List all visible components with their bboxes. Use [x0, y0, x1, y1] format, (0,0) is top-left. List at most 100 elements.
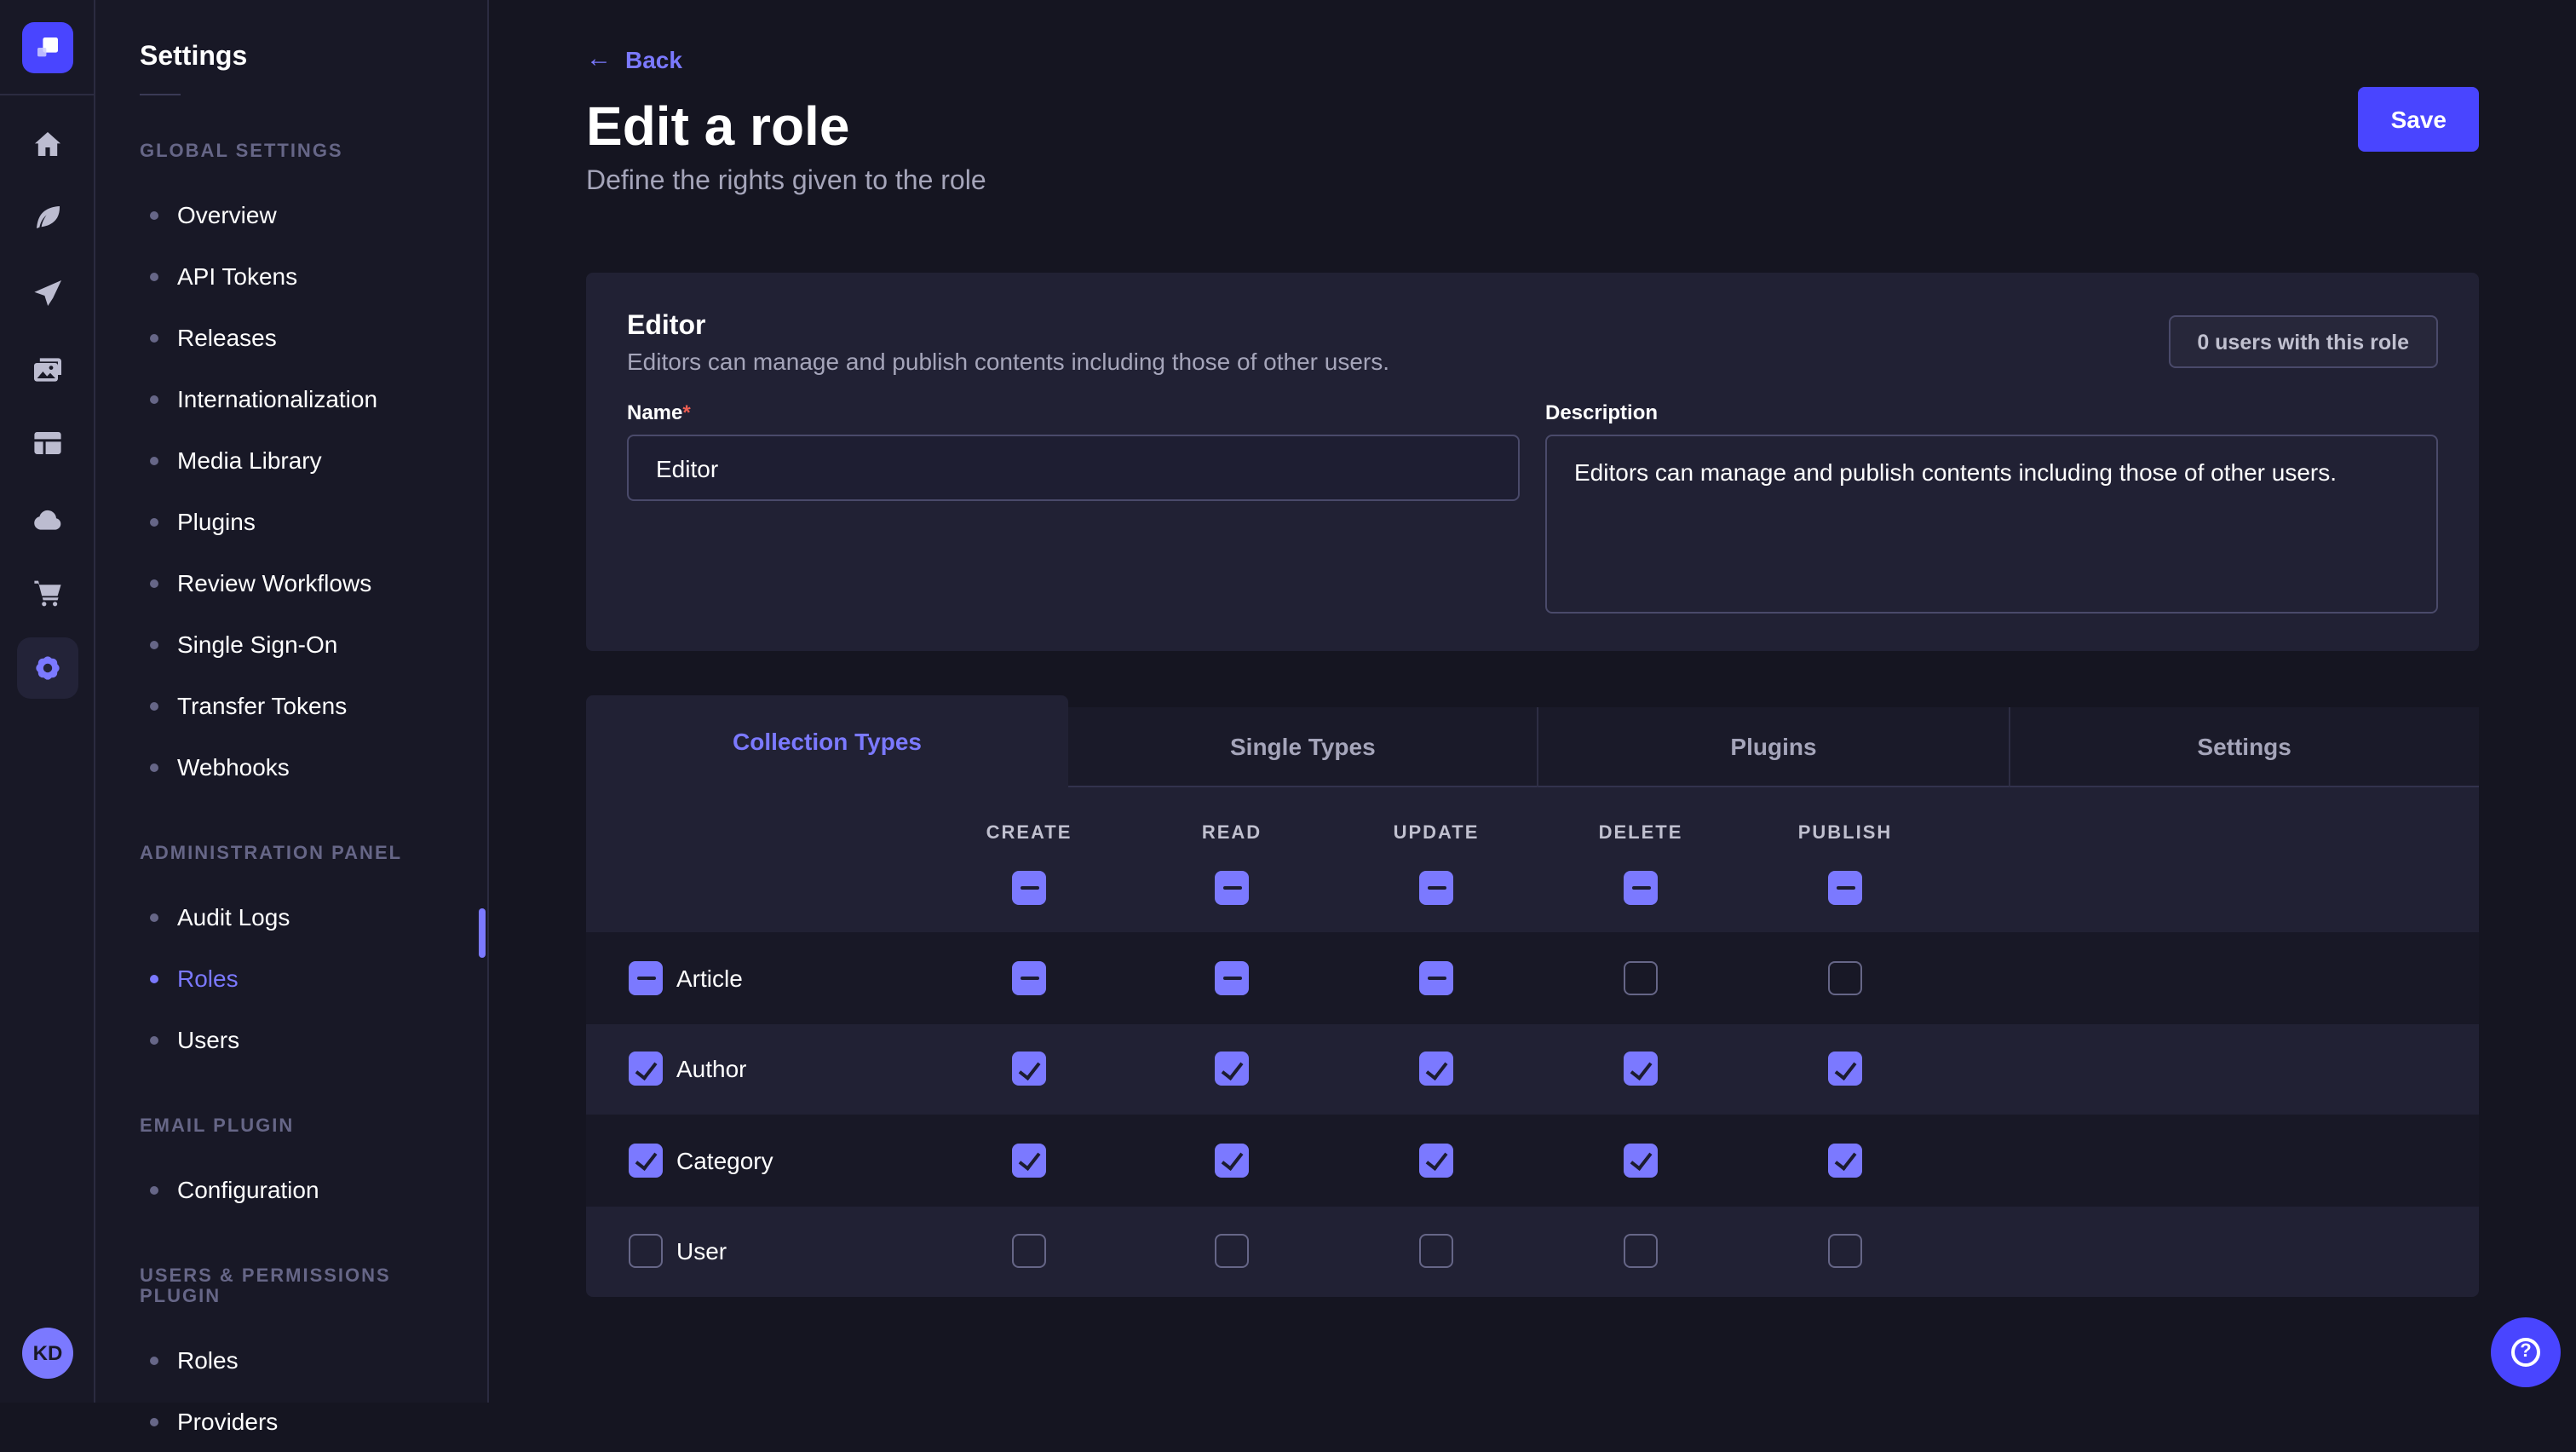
tab-single-types[interactable]: Single Types	[1068, 707, 1538, 787]
sidebar-item-releases[interactable]: Releases	[95, 307, 487, 368]
table-row-author: Author	[586, 1023, 2479, 1115]
delete-checkbox[interactable]	[1624, 1143, 1658, 1177]
column-header-publish: PUBLISH	[1760, 823, 1930, 844]
settings-nav-active[interactable]	[17, 637, 78, 699]
sidebar-item-webhooks[interactable]: Webhooks	[95, 736, 487, 798]
content-type-label: Article	[676, 932, 743, 1023]
select-all-update-checkbox[interactable]	[1419, 871, 1453, 905]
bullet-icon	[150, 763, 158, 771]
users-permissions-items: Roles Providers	[95, 1329, 487, 1452]
update-checkbox[interactable]	[1419, 1052, 1453, 1086]
main-content: ← Back Edit a role Save Define the right…	[489, 0, 2576, 1403]
select-all-publish-checkbox[interactable]	[1828, 871, 1862, 905]
sidebar-item-transfer-tokens[interactable]: Transfer Tokens	[95, 675, 487, 736]
feather-icon[interactable]	[31, 201, 65, 235]
permissions-table: CREATE READ UPDATE DELETE PUBLISH Articl…	[586, 787, 2479, 1297]
arrow-left-icon: ←	[586, 46, 612, 73]
nav-rail: KD	[0, 0, 95, 1403]
question-mark-icon: ?	[2511, 1338, 2540, 1367]
select-all-create-checkbox[interactable]	[1012, 871, 1046, 905]
column-header-read: READ	[1147, 823, 1317, 844]
sidebar-title-divider	[140, 94, 181, 95]
save-button[interactable]: Save	[2359, 87, 2479, 152]
publish-checkbox[interactable]	[1828, 1052, 1862, 1086]
content-type-label: Category	[676, 1115, 773, 1206]
back-link[interactable]: ← Back	[586, 0, 682, 73]
sidebar-item-single-sign-on[interactable]: Single Sign-On	[95, 614, 487, 675]
sidebar-item-api-tokens[interactable]: API Tokens	[95, 245, 487, 307]
row-select-checkbox[interactable]	[629, 1143, 663, 1177]
layout-icon[interactable]	[31, 426, 65, 460]
sidebar-title: Settings	[95, 0, 487, 73]
read-checkbox[interactable]	[1215, 1143, 1249, 1177]
read-checkbox[interactable]	[1215, 1052, 1249, 1086]
create-checkbox[interactable]	[1012, 960, 1046, 994]
row-select-checkbox[interactable]	[629, 960, 663, 994]
sidebar-item-configuration[interactable]: Configuration	[95, 1159, 487, 1220]
home-icon[interactable]	[31, 128, 65, 162]
read-checkbox[interactable]	[1215, 960, 1249, 994]
update-checkbox[interactable]	[1419, 1234, 1453, 1268]
table-row-article: Article	[586, 932, 2479, 1023]
publish-checkbox[interactable]	[1828, 960, 1862, 994]
sidebar-item-plugins[interactable]: Plugins	[95, 491, 487, 552]
create-checkbox[interactable]	[1012, 1052, 1046, 1086]
paper-plane-icon[interactable]	[31, 276, 65, 310]
tab-settings[interactable]: Settings	[2008, 707, 2479, 787]
bullet-icon	[150, 395, 158, 403]
update-checkbox[interactable]	[1419, 960, 1453, 994]
read-checkbox[interactable]	[1215, 1234, 1249, 1268]
sidebar-item-roles[interactable]: Roles	[95, 948, 487, 1009]
delete-checkbox[interactable]	[1624, 960, 1658, 994]
delete-checkbox[interactable]	[1624, 1234, 1658, 1268]
description-field-group: Description Editors can manage and publi…	[1545, 400, 2438, 622]
sidebar-item-up-roles[interactable]: Roles	[95, 1329, 487, 1391]
sidebar-item-overview[interactable]: Overview	[95, 184, 487, 245]
update-checkbox[interactable]	[1419, 1143, 1453, 1177]
tab-plugins[interactable]: Plugins	[1538, 707, 2009, 787]
description-textarea[interactable]: Editors can manage and publish contents …	[1545, 435, 2438, 614]
bullet-icon	[150, 333, 158, 342]
sidebar-item-audit-logs[interactable]: Audit Logs	[95, 886, 487, 948]
section-label-administration-panel: ADMINISTRATION PANEL	[140, 844, 443, 864]
cloud-icon[interactable]	[31, 503, 65, 537]
section-label-users-permissions-plugin: USERS & PERMISSIONS PLUGIN	[140, 1266, 443, 1307]
select-all-read-checkbox[interactable]	[1215, 871, 1249, 905]
sidebar-item-media-library[interactable]: Media Library	[95, 429, 487, 491]
strapi-logo[interactable]	[22, 22, 73, 73]
bullet-icon	[150, 1356, 158, 1364]
bullet-icon	[150, 640, 158, 648]
create-checkbox[interactable]	[1012, 1234, 1046, 1268]
bullet-icon	[150, 1035, 158, 1044]
sidebar-item-users[interactable]: Users	[95, 1009, 487, 1070]
name-input[interactable]	[627, 435, 1520, 501]
sidebar-scrollbar-thumb[interactable]	[479, 908, 486, 958]
user-avatar[interactable]: KD	[22, 1328, 73, 1379]
publish-checkbox[interactable]	[1828, 1234, 1862, 1268]
strapi-admin-app: KD Settings GLOBAL SETTINGS Overview API…	[0, 0, 2576, 1403]
sidebar-item-up-providers[interactable]: Providers	[95, 1391, 487, 1452]
permissions-table-header: CREATE READ UPDATE DELETE PUBLISH	[586, 787, 2479, 932]
bullet-icon	[150, 517, 158, 526]
tab-collection-types[interactable]: Collection Types	[586, 695, 1068, 787]
global-settings-items: Overview API Tokens Releases Internation…	[95, 184, 487, 798]
delete-checkbox[interactable]	[1624, 1052, 1658, 1086]
settings-gear-icon	[31, 651, 65, 685]
section-label-global-settings: GLOBAL SETTINGS	[140, 141, 443, 162]
content-type-label: Author	[676, 1023, 747, 1115]
row-select-checkbox[interactable]	[629, 1234, 663, 1268]
row-select-checkbox[interactable]	[629, 1052, 663, 1086]
help-button[interactable]: ?	[2491, 1317, 2561, 1387]
bullet-icon	[150, 1417, 158, 1426]
publish-checkbox[interactable]	[1828, 1143, 1862, 1177]
create-checkbox[interactable]	[1012, 1143, 1046, 1177]
select-all-delete-checkbox[interactable]	[1624, 871, 1658, 905]
role-name-heading: Editor	[627, 310, 2438, 343]
users-with-role-button[interactable]: 0 users with this role	[2168, 315, 2438, 368]
section-label-email-plugin: EMAIL PLUGIN	[140, 1116, 443, 1137]
sidebar-item-internationalization[interactable]: Internationalization	[95, 368, 487, 429]
bullet-icon	[150, 272, 158, 280]
sidebar-item-review-workflows[interactable]: Review Workflows	[95, 552, 487, 614]
images-icon[interactable]	[31, 353, 65, 387]
shopping-cart-icon[interactable]	[31, 576, 65, 610]
